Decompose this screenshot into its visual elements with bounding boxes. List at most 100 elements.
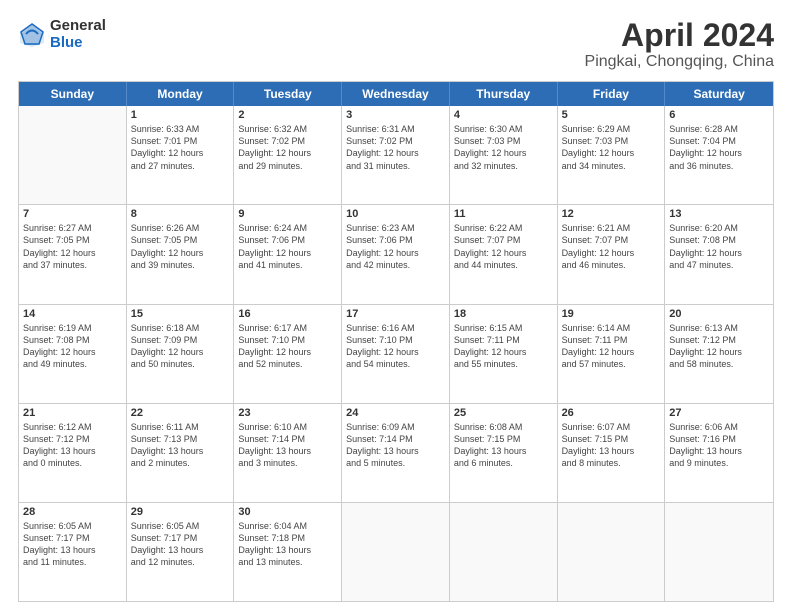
cal-cell-11: 11 Sunrise: 6:22 AM Sunset: 7:07 PM Dayli…	[450, 205, 558, 303]
calendar-subtitle: Pingkai, Chongqing, China	[585, 53, 774, 71]
logo-text: General Blue	[50, 18, 106, 51]
day-number: 23	[238, 407, 337, 419]
cal-cell-16: 16 Sunrise: 6:17 AM Sunset: 7:10 PM Dayli…	[234, 305, 342, 403]
logo-general-text: General	[50, 18, 106, 35]
cal-cell-26: 26 Sunrise: 6:07 AM Sunset: 7:15 PM Dayli…	[558, 404, 666, 502]
cal-cell-4: 4 Sunrise: 6:30 AM Sunset: 7:03 PM Daylig…	[450, 106, 558, 204]
cal-cell-6: 6 Sunrise: 6:28 AM Sunset: 7:04 PM Daylig…	[665, 106, 773, 204]
cal-cell-24: 24Sunrise: 6:09 AM Sunset: 7:14 PM Dayli…	[342, 404, 450, 502]
cal-header-sunday: Sunday	[19, 82, 127, 106]
day-number: 1	[131, 109, 230, 121]
cal-cell-8: 8 Sunrise: 6:26 AM Sunset: 7:05 PM Daylig…	[127, 205, 235, 303]
cal-cell-23: 23 Sunrise: 6:10 AM Sunset: 7:14 PM Dayli…	[234, 404, 342, 502]
cal-header-thursday: Thursday	[450, 82, 558, 106]
cal-cell-12: 12 Sunrise: 6:21 AM Sunset: 7:07 PM Dayli…	[558, 205, 666, 303]
day-number: 7	[23, 208, 122, 220]
cal-cell-7: 7Sunrise: 6:27 AM Sunset: 7:05 PM Daylig…	[19, 205, 127, 303]
calendar-header-row: SundayMondayTuesdayWednesdayThursdayFrid…	[19, 82, 773, 106]
cal-cell-10: 10 Sunrise: 6:23 AM Sunset: 7:06 PM Dayli…	[342, 205, 450, 303]
day-info: Sunrise: 6:28 AM Sunset: 7:04 PM Dayligh…	[669, 123, 769, 172]
day-info: Sunrise: 6:22 AM Sunset: 7:07 PM Dayligh…	[454, 222, 553, 271]
day-number: 26	[562, 407, 661, 419]
cal-cell-5: 5 Sunrise: 6:29 AM Sunset: 7:03 PM Daylig…	[558, 106, 666, 204]
logo-icon	[18, 21, 46, 49]
day-number: 2	[238, 109, 337, 121]
day-info: Sunrise: 6:19 AM Sunset: 7:08 PM Dayligh…	[23, 322, 122, 371]
day-number: 6	[669, 109, 769, 121]
day-info: Sunrise: 6:31 AM Sunset: 7:02 PM Dayligh…	[346, 123, 445, 172]
cal-cell-2: 2 Sunrise: 6:32 AM Sunset: 7:02 PM Daylig…	[234, 106, 342, 204]
cal-cell-empty-3	[342, 503, 450, 601]
logo: General Blue	[18, 18, 106, 51]
cal-week-1: 1 Sunrise: 6:33 AM Sunset: 7:01 PM Daylig…	[19, 106, 773, 205]
day-number: 11	[454, 208, 553, 220]
cal-week-5: 28 Sunrise: 6:05 AM Sunset: 7:17 PM Dayli…	[19, 503, 773, 601]
cal-cell-19: 19 Sunrise: 6:14 AM Sunset: 7:11 PM Dayli…	[558, 305, 666, 403]
day-info: Sunrise: 6:07 AM Sunset: 7:15 PM Dayligh…	[562, 421, 661, 470]
day-number: 9	[238, 208, 337, 220]
cal-cell-30: 30Sunrise: 6:04 AM Sunset: 7:18 PM Dayli…	[234, 503, 342, 601]
cal-cell-21: 21Sunrise: 6:12 AM Sunset: 7:12 PM Dayli…	[19, 404, 127, 502]
cal-week-2: 7Sunrise: 6:27 AM Sunset: 7:05 PM Daylig…	[19, 205, 773, 304]
calendar-body: 1 Sunrise: 6:33 AM Sunset: 7:01 PM Daylig…	[19, 106, 773, 601]
day-info: Sunrise: 6:32 AM Sunset: 7:02 PM Dayligh…	[238, 123, 337, 172]
cal-cell-20: 20Sunrise: 6:13 AM Sunset: 7:12 PM Dayli…	[665, 305, 773, 403]
page: General Blue April 2024 Pingkai, Chongqi…	[0, 0, 792, 612]
day-number: 12	[562, 208, 661, 220]
cal-week-4: 21Sunrise: 6:12 AM Sunset: 7:12 PM Dayli…	[19, 404, 773, 503]
day-info: Sunrise: 6:09 AM Sunset: 7:14 PM Dayligh…	[346, 421, 445, 470]
cal-cell-13: 13 Sunrise: 6:20 AM Sunset: 7:08 PM Dayli…	[665, 205, 773, 303]
day-number: 8	[131, 208, 230, 220]
day-number: 5	[562, 109, 661, 121]
title-block: April 2024 Pingkai, Chongqing, China	[585, 18, 774, 71]
cal-cell-25: 25Sunrise: 6:08 AM Sunset: 7:15 PM Dayli…	[450, 404, 558, 502]
day-info: Sunrise: 6:23 AM Sunset: 7:06 PM Dayligh…	[346, 222, 445, 271]
day-number: 4	[454, 109, 553, 121]
day-number: 14	[23, 308, 122, 320]
cal-cell-empty-6	[665, 503, 773, 601]
day-info: Sunrise: 6:33 AM Sunset: 7:01 PM Dayligh…	[131, 123, 230, 172]
day-number: 16	[238, 308, 337, 320]
cal-cell-empty-4	[450, 503, 558, 601]
day-info: Sunrise: 6:20 AM Sunset: 7:08 PM Dayligh…	[669, 222, 769, 271]
day-info: Sunrise: 6:12 AM Sunset: 7:12 PM Dayligh…	[23, 421, 122, 470]
cal-cell-1: 1 Sunrise: 6:33 AM Sunset: 7:01 PM Daylig…	[127, 106, 235, 204]
cal-week-3: 14 Sunrise: 6:19 AM Sunset: 7:08 PM Dayli…	[19, 305, 773, 404]
day-number: 10	[346, 208, 445, 220]
cal-cell-9: 9Sunrise: 6:24 AM Sunset: 7:06 PM Daylig…	[234, 205, 342, 303]
day-info: Sunrise: 6:11 AM Sunset: 7:13 PM Dayligh…	[131, 421, 230, 470]
day-info: Sunrise: 6:10 AM Sunset: 7:14 PM Dayligh…	[238, 421, 337, 470]
day-info: Sunrise: 6:05 AM Sunset: 7:17 PM Dayligh…	[131, 520, 230, 569]
cal-cell-empty-0	[19, 106, 127, 204]
day-number: 28	[23, 506, 122, 518]
day-info: Sunrise: 6:17 AM Sunset: 7:10 PM Dayligh…	[238, 322, 337, 371]
day-info: Sunrise: 6:21 AM Sunset: 7:07 PM Dayligh…	[562, 222, 661, 271]
cal-cell-3: 3 Sunrise: 6:31 AM Sunset: 7:02 PM Daylig…	[342, 106, 450, 204]
day-number: 22	[131, 407, 230, 419]
cal-cell-29: 29 Sunrise: 6:05 AM Sunset: 7:17 PM Dayli…	[127, 503, 235, 601]
day-info: Sunrise: 6:06 AM Sunset: 7:16 PM Dayligh…	[669, 421, 769, 470]
day-info: Sunrise: 6:14 AM Sunset: 7:11 PM Dayligh…	[562, 322, 661, 371]
day-info: Sunrise: 6:30 AM Sunset: 7:03 PM Dayligh…	[454, 123, 553, 172]
cal-header-monday: Monday	[127, 82, 235, 106]
day-info: Sunrise: 6:13 AM Sunset: 7:12 PM Dayligh…	[669, 322, 769, 371]
header: General Blue April 2024 Pingkai, Chongqi…	[18, 18, 774, 71]
cal-cell-18: 18Sunrise: 6:15 AM Sunset: 7:11 PM Dayli…	[450, 305, 558, 403]
day-info: Sunrise: 6:16 AM Sunset: 7:10 PM Dayligh…	[346, 322, 445, 371]
cal-cell-17: 17Sunrise: 6:16 AM Sunset: 7:10 PM Dayli…	[342, 305, 450, 403]
cal-cell-15: 15Sunrise: 6:18 AM Sunset: 7:09 PM Dayli…	[127, 305, 235, 403]
day-number: 29	[131, 506, 230, 518]
day-number: 18	[454, 308, 553, 320]
cal-cell-27: 27Sunrise: 6:06 AM Sunset: 7:16 PM Dayli…	[665, 404, 773, 502]
day-number: 13	[669, 208, 769, 220]
cal-header-friday: Friday	[558, 82, 666, 106]
day-info: Sunrise: 6:29 AM Sunset: 7:03 PM Dayligh…	[562, 123, 661, 172]
day-info: Sunrise: 6:26 AM Sunset: 7:05 PM Dayligh…	[131, 222, 230, 271]
logo-blue-text: Blue	[50, 35, 106, 52]
cal-header-saturday: Saturday	[665, 82, 773, 106]
day-number: 3	[346, 109, 445, 121]
day-info: Sunrise: 6:08 AM Sunset: 7:15 PM Dayligh…	[454, 421, 553, 470]
day-info: Sunrise: 6:05 AM Sunset: 7:17 PM Dayligh…	[23, 520, 122, 569]
day-number: 19	[562, 308, 661, 320]
cal-header-tuesday: Tuesday	[234, 82, 342, 106]
